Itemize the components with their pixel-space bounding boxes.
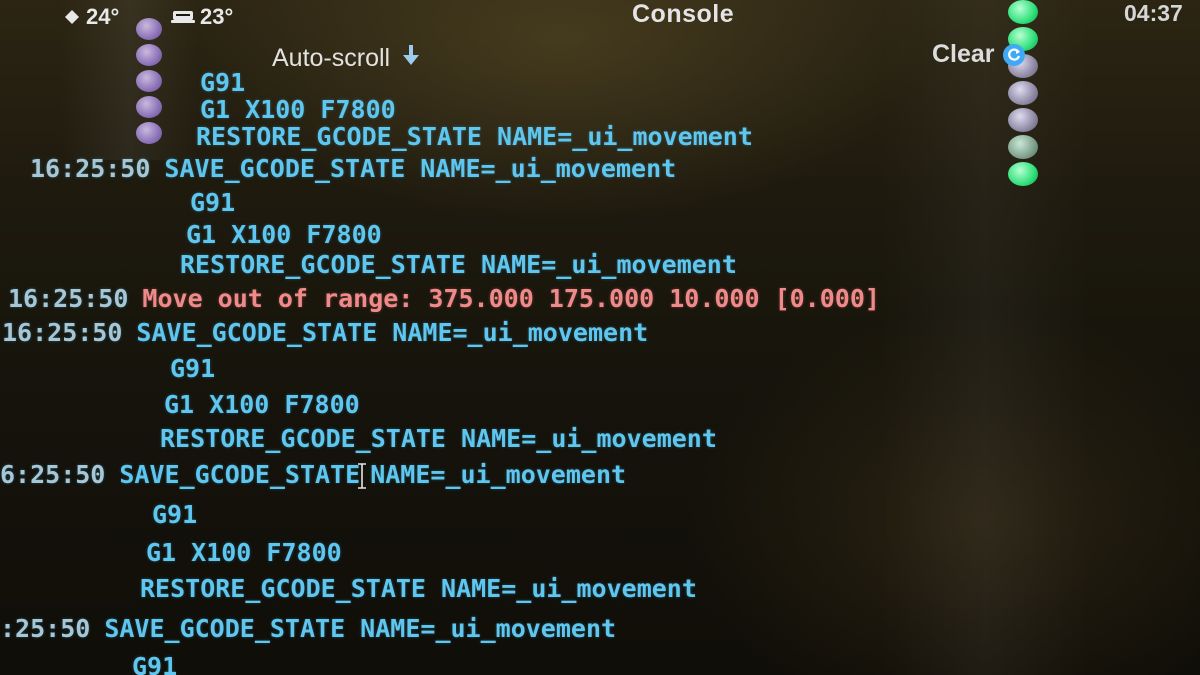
log-command: G1 X100 F7800: [164, 390, 360, 419]
log-command: G1 X100 F7800: [186, 220, 382, 249]
log-command: G91: [132, 652, 178, 675]
log-line: 16:25:50 SAVE_GCODE_STATE NAME=_ui_moveme…: [30, 154, 676, 184]
log-line: G1 X100 F7800: [164, 390, 360, 420]
log-command: G91: [170, 354, 216, 383]
log-timestamp: 16:25:50: [30, 154, 151, 183]
log-command: G91: [152, 500, 198, 529]
log-timestamp: 6:25:50: [0, 460, 106, 489]
log-line: 6:25:50 SAVE_GCODE_STATE NAME=_ui_movement: [0, 460, 626, 490]
log-command: SAVE_GCODE_STATE NAME=_ui_movement: [104, 614, 617, 643]
log-command: RESTORE_GCODE_STATE NAME=_ui_movement: [140, 574, 697, 603]
log-line: RESTORE_GCODE_STATE NAME=_ui_movement: [196, 122, 753, 152]
log-command: RESTORE_GCODE_STATE NAME=_ui_movement: [180, 250, 737, 279]
console-screen: 24° 23° Console 04:37 Auto-scroll Clear …: [0, 0, 1200, 675]
log-line: G91: [170, 354, 215, 384]
log-command-continued: NAME=_ui_movement: [370, 460, 627, 489]
log-line: G1 X100 F7800: [186, 220, 382, 250]
log-command: RESTORE_GCODE_STATE NAME=_ui_movement: [196, 122, 753, 151]
log-command: SAVE_GCODE_STATE: [119, 460, 361, 489]
log-line: G91: [132, 652, 177, 675]
log-command: RESTORE_GCODE_STATE NAME=_ui_movement: [160, 424, 717, 453]
log-line: RESTORE_GCODE_STATE NAME=_ui_movement: [180, 250, 737, 280]
log-command: G1 X100 F7800: [200, 95, 396, 124]
log-line-error: 16:25:50 Move out of range: 375.000 175.0…: [8, 284, 880, 314]
log-line: 16:25:50 SAVE_GCODE_STATE NAME=_ui_moveme…: [2, 318, 648, 348]
log-line: G91: [200, 68, 245, 98]
log-line: G1 X100 F7800: [200, 95, 396, 125]
log-timestamp: :25:50: [0, 614, 91, 643]
log-line: :25:50 SAVE_GCODE_STATE NAME=_ui_movement: [0, 614, 616, 644]
log-line: G1 X100 F7800: [146, 538, 342, 568]
log-line: RESTORE_GCODE_STATE NAME=_ui_movement: [160, 424, 717, 454]
log-error-message: Move out of range: 375.000 175.000 10.00…: [142, 284, 880, 313]
log-line: G91: [190, 188, 235, 218]
log-command: G91: [200, 68, 246, 97]
console-log[interactable]: G91 G1 X100 F7800 RESTORE_GCODE_STATE NA…: [0, 0, 1200, 675]
text-cursor-icon: [358, 463, 367, 489]
log-line: RESTORE_GCODE_STATE NAME=_ui_movement: [140, 574, 697, 604]
log-command: G1 X100 F7800: [146, 538, 342, 567]
log-line: G91: [152, 500, 197, 530]
log-command: SAVE_GCODE_STATE NAME=_ui_movement: [164, 154, 677, 183]
log-timestamp: 16:25:50: [2, 318, 123, 347]
log-command: SAVE_GCODE_STATE NAME=_ui_movement: [136, 318, 649, 347]
log-timestamp: 16:25:50: [8, 284, 129, 313]
log-command: G91: [190, 188, 236, 217]
